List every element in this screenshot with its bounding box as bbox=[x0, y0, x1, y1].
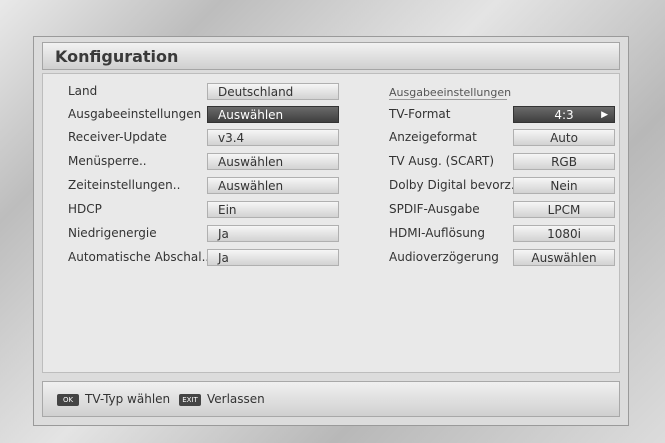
value-audioverzoegerung[interactable]: Auswählen bbox=[513, 249, 615, 266]
exit-key-icon: EXIT bbox=[179, 394, 201, 406]
footer-text-tv-typ: TV-Typ wählen bbox=[85, 392, 171, 406]
section-title-ausgabeeinstellungen: Ausgabeeinstellungen bbox=[389, 86, 512, 100]
label-tv-ausgang-scart: TV Ausg. (SCART) bbox=[389, 154, 495, 168]
page-title: Konfiguration bbox=[55, 47, 179, 66]
label-automatische-abschaltung: Automatische Abschal.. bbox=[68, 250, 210, 264]
footer-text-verlassen: Verlassen bbox=[207, 392, 265, 406]
value-hdmi-aufloesung[interactable]: 1080i bbox=[513, 225, 615, 242]
settings-content: Land Deutschland Ausgabeeinstellungen Au… bbox=[42, 73, 620, 373]
label-spdif-ausgabe: SPDIF-Ausgabe bbox=[389, 202, 480, 216]
value-niedrigenergie[interactable]: Ja bbox=[207, 225, 339, 242]
label-niedrigenergie: Niedrigenergie bbox=[68, 226, 157, 240]
title-bar: Konfiguration bbox=[42, 42, 620, 70]
label-hdcp: HDCP bbox=[68, 202, 102, 216]
label-land: Land bbox=[68, 84, 98, 98]
value-zeiteinstellungen[interactable]: Auswählen bbox=[207, 177, 339, 194]
arrow-right-icon: ▶ bbox=[601, 110, 608, 120]
value-tv-format-text: 4:3 bbox=[554, 108, 574, 122]
value-ausgabeeinstellungen[interactable]: Auswählen bbox=[207, 106, 339, 123]
value-automatische-abschaltung[interactable]: Ja bbox=[207, 249, 339, 266]
value-tv-format[interactable]: 4:3 ▶ bbox=[513, 106, 615, 123]
value-land[interactable]: Deutschland bbox=[207, 83, 339, 100]
label-hdmi-aufloesung: HDMI-Auflösung bbox=[389, 226, 486, 240]
label-menuesperre: Menüsperre.. bbox=[68, 154, 147, 168]
label-dolby-digital: Dolby Digital bevorz.. bbox=[389, 178, 519, 192]
value-dolby-digital[interactable]: Nein bbox=[513, 177, 615, 194]
label-anzeigeformat: Anzeigeformat bbox=[389, 130, 477, 144]
label-audioverzoegerung: Audioverzögerung bbox=[389, 250, 499, 264]
value-spdif-ausgabe[interactable]: LPCM bbox=[513, 201, 615, 218]
value-hdcp[interactable]: Ein bbox=[207, 201, 339, 218]
value-menuesperre[interactable]: Auswählen bbox=[207, 153, 339, 170]
configuration-panel: Konfiguration Land Deutschland Ausgabeei… bbox=[33, 36, 629, 426]
value-anzeigeformat[interactable]: Auto bbox=[513, 129, 615, 146]
label-zeiteinstellungen: Zeiteinstellungen.. bbox=[68, 178, 181, 192]
label-tv-format: TV-Format bbox=[389, 107, 451, 121]
footer-bar: OK TV-Typ wählen EXIT Verlassen bbox=[42, 381, 620, 417]
value-receiver-update[interactable]: v3.4 bbox=[207, 129, 339, 146]
label-ausgabeeinstellungen: Ausgabeeinstellungen bbox=[68, 107, 202, 121]
ok-key-icon: OK bbox=[57, 394, 79, 406]
label-receiver-update: Receiver-Update bbox=[68, 130, 167, 144]
value-tv-ausgang-scart[interactable]: RGB bbox=[513, 153, 615, 170]
